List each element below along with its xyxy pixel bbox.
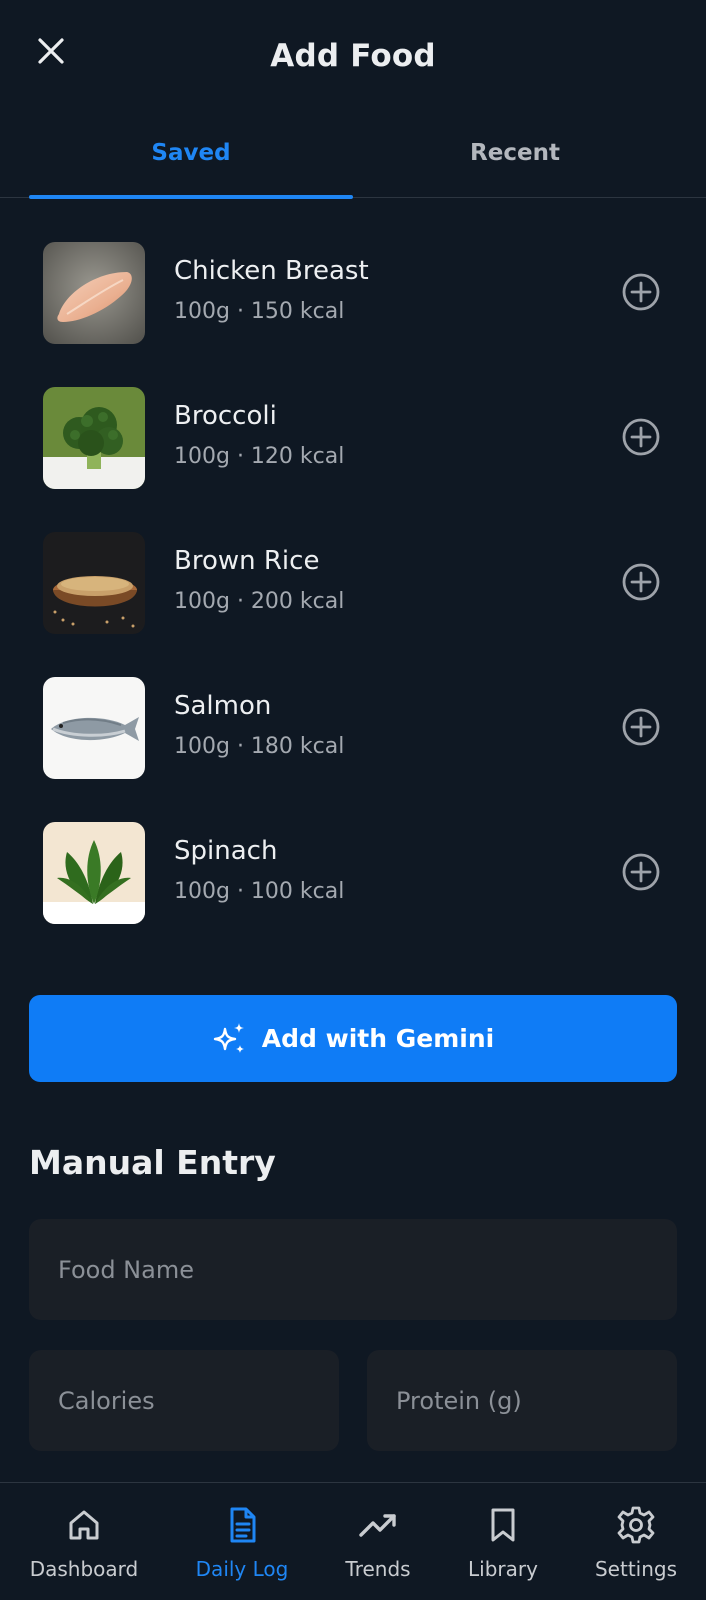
document-icon [230, 1507, 256, 1543]
nav-item-settings[interactable]: Settings [571, 1483, 701, 1600]
food-name: Chicken Breast [174, 256, 369, 286]
nav-item-daily-log[interactable]: Daily Log [172, 1483, 312, 1600]
spinach-image [43, 822, 145, 924]
add-with-gemini-button[interactable]: Add with Gemini [29, 995, 677, 1082]
trending-up-icon [359, 1514, 396, 1537]
list-item[interactable]: Broccoli 100g · 120 kcal [0, 381, 706, 526]
nav-label: Settings [594, 1557, 678, 1581]
active-tab-indicator [29, 195, 353, 199]
protein-field[interactable] [367, 1350, 677, 1451]
nav-label: Daily Log [195, 1557, 289, 1581]
sparkle-icon [213, 1022, 244, 1053]
calories-field[interactable] [29, 1350, 339, 1451]
list-item[interactable]: Salmon 100g · 180 kcal [0, 671, 706, 816]
food-name: Brown Rice [174, 546, 320, 576]
food-name: Salmon [174, 691, 272, 721]
add-circle-icon[interactable] [620, 416, 662, 458]
food-serving-info: 100g · 100 kcal [174, 879, 345, 904]
food-serving-info: 100g · 150 kcal [174, 299, 345, 324]
broccoli-image [43, 387, 145, 489]
saved-food-list: Chicken Breast 100g · 150 kcal Broccoli … [0, 236, 706, 961]
nav-item-trends[interactable]: Trends [318, 1483, 438, 1600]
list-item[interactable]: Chicken Breast 100g · 150 kcal [0, 236, 706, 381]
add-with-gemini-label: Add with Gemini [261, 1024, 495, 1053]
salmon-image [43, 677, 145, 779]
add-circle-icon[interactable] [620, 271, 662, 313]
bottom-navigation: Dashboard Daily Log Trends Library Setti… [0, 1482, 706, 1600]
home-icon [69, 1510, 99, 1540]
add-circle-icon[interactable] [620, 851, 662, 893]
nav-item-library[interactable]: Library [443, 1483, 563, 1600]
add-circle-icon[interactable] [620, 561, 662, 603]
food-name-field[interactable] [29, 1219, 677, 1320]
list-item[interactable]: Brown Rice 100g · 200 kcal [0, 526, 706, 671]
food-serving-info: 100g · 200 kcal [174, 589, 345, 614]
tab-bar: Saved Recent [0, 126, 706, 199]
tab-recent[interactable]: Recent [353, 126, 677, 198]
add-circle-icon[interactable] [620, 706, 662, 748]
food-serving-info: 100g · 120 kcal [174, 444, 345, 469]
gear-icon [617, 1506, 655, 1544]
bookmark-icon [491, 1508, 515, 1542]
chicken-breast-image [43, 242, 145, 344]
header: Add Food [0, 0, 706, 116]
nav-label: Trends [345, 1557, 411, 1581]
nav-item-dashboard[interactable]: Dashboard [14, 1483, 154, 1600]
list-item[interactable]: Spinach 100g · 100 kcal [0, 816, 706, 961]
nav-label: Library [468, 1557, 538, 1581]
food-serving-info: 100g · 180 kcal [174, 734, 345, 759]
manual-entry-heading: Manual Entry [29, 1143, 276, 1182]
brown-rice-image [43, 532, 145, 634]
add-food-screen: Add Food Saved Recent Chicken Breast 100… [0, 0, 706, 1600]
food-name: Spinach [174, 836, 278, 866]
nav-label: Dashboard [29, 1557, 139, 1581]
page-title: Add Food [270, 38, 436, 74]
food-name: Broccoli [174, 401, 277, 431]
tab-saved[interactable]: Saved [29, 126, 353, 198]
